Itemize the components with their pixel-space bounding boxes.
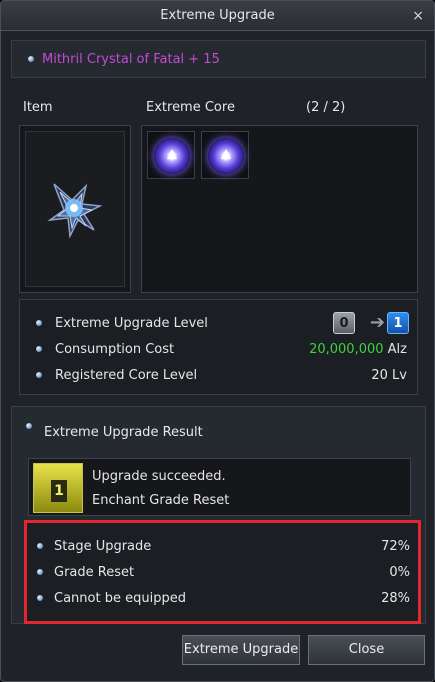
level-from-badge: 0	[333, 312, 355, 334]
probability-label: Stage Upgrade	[54, 539, 152, 554]
extreme-core-orb-icon	[208, 138, 244, 174]
bullet-icon	[36, 346, 42, 352]
bullet-icon	[37, 569, 43, 575]
registered-core-value: 20 Lv	[371, 368, 407, 383]
arrow-right-icon: ➔	[369, 312, 385, 333]
probability-value: 28%	[381, 591, 410, 606]
upgrade-info-panel: Extreme Upgrade Level 0 ➔ 1 Consumption …	[19, 299, 418, 395]
item-label: Item	[23, 100, 53, 115]
upgrade-level-label: Extreme Upgrade Level	[55, 316, 208, 331]
probability-panel: Stage Upgrade 72% Grade Reset 0% Cannot …	[24, 520, 421, 624]
consumption-unit: Alz	[387, 342, 407, 357]
upgrade-result-section: Extreme Upgrade Result 1 Upgrade succeed…	[11, 406, 426, 624]
level-to-badge: 1	[387, 312, 409, 334]
probability-row: Cannot be equipped 28%	[27, 588, 418, 610]
close-icon[interactable]: ×	[412, 1, 424, 31]
close-button[interactable]: Close	[308, 635, 425, 665]
probability-label: Cannot be equipped	[54, 591, 186, 606]
probability-label: Grade Reset	[54, 565, 135, 580]
probability-row: Stage Upgrade 72%	[27, 536, 418, 558]
bullet-icon	[26, 423, 32, 429]
core-slot-1[interactable]	[147, 131, 195, 179]
consumption-cost-value: 20,000,000 Alz	[309, 342, 407, 357]
result-summary-box: 1 Upgrade succeeded. Enchant Grade Reset	[28, 458, 411, 516]
extreme-core-label: Extreme Core	[146, 100, 235, 115]
result-line-1: Upgrade succeeded.	[92, 469, 226, 484]
consumption-cost-label: Consumption Cost	[55, 342, 175, 357]
item-slot[interactable]	[19, 125, 131, 293]
item-slot-frame	[25, 131, 125, 287]
core-slot-2[interactable]	[201, 131, 249, 179]
title-bar: Extreme Upgrade ×	[1, 1, 434, 31]
crystal-item-icon	[47, 183, 103, 239]
registered-core-label: Registered Core Level	[55, 368, 198, 383]
registered-core-row: Registered Core Level 20 Lv	[20, 364, 417, 388]
bullet-icon	[28, 56, 34, 62]
extreme-core-orb-icon	[154, 138, 190, 174]
window-title: Extreme Upgrade	[160, 8, 275, 23]
result-title: Extreme Upgrade Result	[44, 425, 203, 440]
upgrade-level-row: Extreme Upgrade Level 0 ➔ 1	[20, 312, 417, 336]
bullet-icon	[36, 320, 42, 326]
item-name: Mithril Crystal of Fatal + 15	[42, 52, 220, 67]
item-name-bar: Mithril Crystal of Fatal + 15	[11, 40, 426, 78]
probability-value: 0%	[389, 565, 410, 580]
grade-up-icon: 1	[33, 463, 83, 513]
bullet-icon	[37, 595, 43, 601]
extreme-upgrade-button[interactable]: Extreme Upgrade	[182, 635, 300, 665]
probability-row: Grade Reset 0%	[27, 562, 418, 584]
extreme-core-area	[141, 125, 418, 293]
bullet-icon	[36, 372, 42, 378]
result-line-2: Enchant Grade Reset	[92, 493, 230, 508]
consumption-amount: 20,000,000	[309, 342, 384, 357]
probability-value: 72%	[381, 539, 410, 554]
grade-number: 1	[51, 480, 67, 502]
extreme-upgrade-window: Extreme Upgrade × Mithril Crystal of Fat…	[0, 0, 435, 682]
core-count: (2 / 2)	[306, 100, 346, 115]
bullet-icon	[37, 543, 43, 549]
consumption-cost-row: Consumption Cost 20,000,000 Alz	[20, 338, 417, 362]
